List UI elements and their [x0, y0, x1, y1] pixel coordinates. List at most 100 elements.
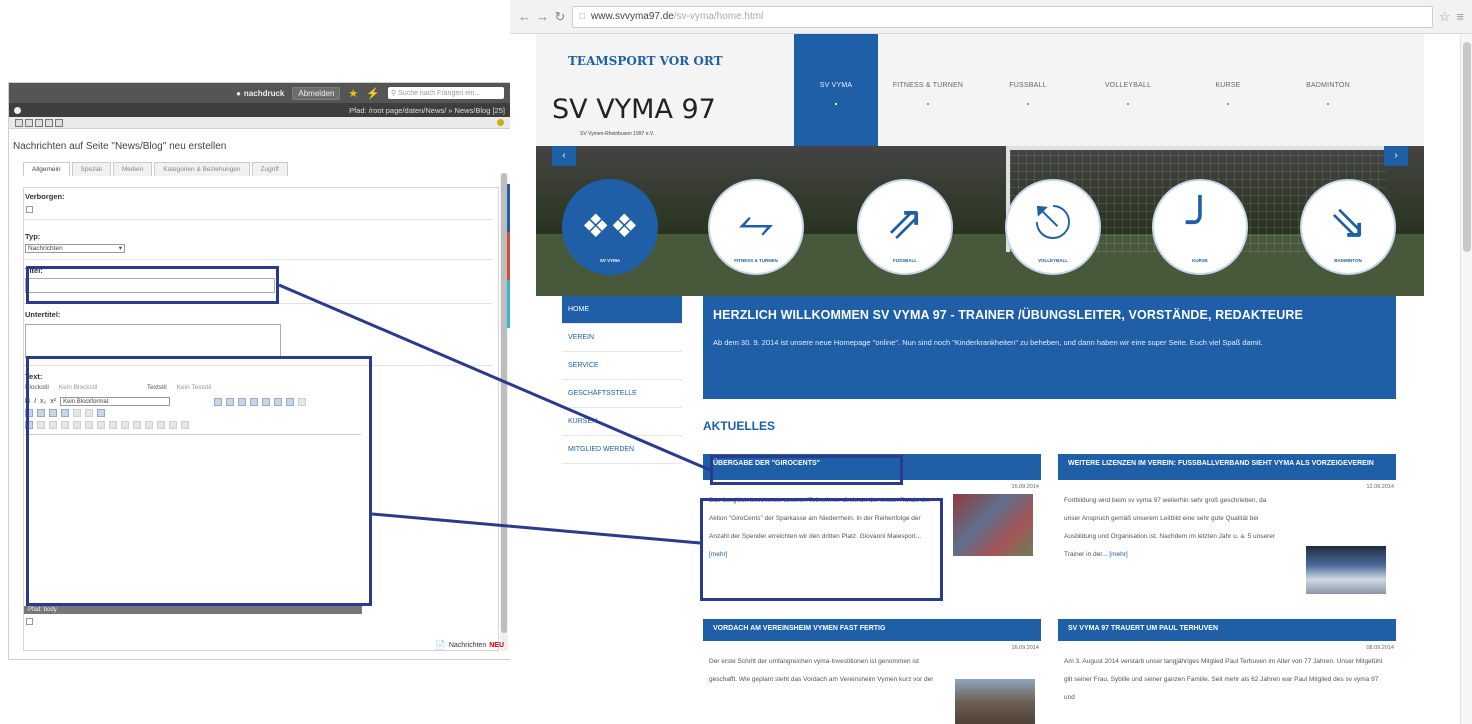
sidenav-item-verein[interactable]: VEREIN — [562, 324, 682, 352]
logout-button[interactable]: Abmelden — [292, 86, 341, 100]
nav-item-kurse[interactable]: KURSE — [1178, 34, 1278, 146]
logo-subtitle: SV Vymen-Rheinbusen 1997 e.V. — [580, 131, 655, 137]
status-dot-icon — [14, 106, 21, 114]
news-date: 16.09.2014 — [1011, 645, 1039, 651]
news-title[interactable]: WEITERE LIZENZEN IM VEREIN: FUSSBALLVERB… — [1058, 454, 1396, 480]
news-title[interactable]: SV VYMA 97 TRAUERT UM PAUL TERHUVEN — [1058, 619, 1396, 641]
read-more-link[interactable]: [mehr] — [1109, 551, 1127, 558]
news-body: Fortbildung wird beim sv vyma 97 weiterh… — [1058, 492, 1288, 564]
tab-zugriff[interactable]: Zugriff — [251, 162, 288, 176]
nav-item-fitness[interactable]: FITNESS & TURNEN — [878, 34, 978, 146]
browser-scrollbar[interactable] — [1460, 34, 1472, 724]
subtitle-textarea[interactable] — [25, 324, 281, 358]
site-logo[interactable]: TEAMSPORT VOR ORT SV VYMA 97 SV Vymen-Rh… — [550, 52, 740, 142]
save-view-icon[interactable] — [55, 118, 63, 127]
rte-resize-checkbox[interactable] — [26, 618, 33, 625]
new-news-link[interactable]: 📄 Nachrichten NEU — [435, 640, 504, 651]
nav-label: KURSE — [1215, 82, 1241, 89]
circle-sv-vyma[interactable]: ❖❖ SV VYMA — [562, 179, 658, 275]
logo-name: SV VYMA 97 — [552, 94, 716, 125]
type-select-value: Nachrichten — [28, 245, 63, 252]
slider-next-icon[interactable]: › — [1384, 146, 1408, 166]
nav-item-fussball[interactable]: FUSSBALL — [978, 34, 1078, 146]
cms-search-input[interactable]: ⚲ Suche nach Frangen ein... — [388, 87, 504, 99]
welcome-body: Ab dem 30. 9. 2014 ist unsere neue Homep… — [713, 338, 1263, 347]
sidenav-item-mitglied[interactable]: MITGLIED WERDEN — [562, 436, 682, 464]
news-card-vordach: VORDACH AM VEREINSHEIM VYMEN FAST FERTIG… — [703, 619, 1041, 724]
field-type: Typ: Nachrichten ▾ — [24, 220, 492, 260]
nav-item-volleyball[interactable]: VOLLEYBALL — [1078, 34, 1178, 146]
save-new-icon[interactable] — [45, 118, 53, 127]
course-icon: ╯ — [1186, 196, 1214, 248]
url-domain: www.svvyma97.de — [591, 11, 674, 22]
slider-prev-icon[interactable]: ‹ — [552, 146, 576, 166]
tab-allgemein[interactable]: Allgemein — [23, 162, 70, 176]
circle-fitness[interactable]: ⥊ FITNESS & TURNEN — [708, 179, 804, 275]
circle-kurse[interactable]: ╯ KURSE — [1152, 179, 1248, 275]
news-thumbnail[interactable] — [1306, 546, 1386, 594]
bookmark-star-icon[interactable]: ☆ — [1439, 9, 1451, 25]
circle-badminton[interactable]: ⇘ BADMINTON — [1300, 179, 1396, 275]
hidden-checkbox[interactable] — [26, 206, 33, 213]
news-thumbnail[interactable] — [955, 679, 1035, 724]
news-thumbnail[interactable] — [953, 494, 1033, 556]
cms-path: Pfad: /root page/daten/News/ » News/Blog… — [349, 105, 505, 115]
rte-statusbar: Pfad: body — [24, 606, 362, 614]
nav-label: VOLLEYBALL — [1104, 82, 1152, 89]
circle-fussball[interactable]: ⇗ FUSSBALL — [857, 179, 953, 275]
tab-spezial[interactable]: Spezial — [71, 162, 111, 176]
type-select[interactable]: Nachrichten ▾ — [25, 244, 125, 253]
nav-label: SV VYMA — [819, 82, 853, 89]
nav-dot — [1127, 103, 1129, 105]
nav-label: FITNESS & TURNEN — [892, 82, 964, 89]
menu-icon[interactable]: ≡ — [1456, 9, 1464, 24]
side-nav: HOME VEREIN SERVICE GESCHÄFTSSTELLE KURS… — [562, 296, 682, 464]
search-icon: ⚲ — [391, 90, 397, 97]
badminton-player-icon: ⇘ — [1328, 196, 1368, 248]
browser-scrollbar-thumb[interactable] — [1463, 42, 1471, 252]
reload-icon[interactable]: ↻ — [554, 9, 566, 25]
news-text: Fortbildung wird beim sv vyma 97 weiterh… — [1064, 497, 1276, 558]
tab-medien[interactable]: Medien — [112, 162, 153, 176]
document-icon: 📄 — [434, 640, 446, 650]
new-news-label: Nachrichten — [448, 642, 487, 649]
circle-label: FUSSBALL — [893, 258, 917, 263]
close-icon[interactable] — [15, 118, 23, 127]
cms-icon-toolbar — [9, 117, 510, 129]
news-title[interactable]: VORDACH AM VEREINSHEIM VYMEN FAST FERTIG — [703, 619, 1041, 641]
news-date: 08.09.2014 — [1366, 645, 1394, 651]
highlight-news-title — [710, 455, 903, 485]
circle-volleyball[interactable]: ⎋ VOLLEYBALL — [1005, 179, 1101, 275]
back-arrow-icon[interactable]: ← — [518, 9, 531, 24]
volleyball-player-icon: ⎋ — [1034, 196, 1072, 248]
nav-label: FUSSBALL — [1009, 82, 1047, 89]
nav-item-badminton[interactable]: BADMINTON — [1278, 34, 1378, 146]
gymnast-icon: ⥊ — [737, 196, 775, 248]
highlight-title-field — [26, 266, 279, 304]
news-card-lizenzen: WEITERE LIZENZEN IM VEREIN: FUSSBALLVERB… — [1058, 454, 1396, 594]
highlight-text-field — [26, 356, 372, 606]
lightning-icon[interactable]: ⚡ — [366, 87, 380, 100]
cms-tabs: Allgemein Spezial Medien Kategorien & Be… — [9, 162, 510, 176]
news-card-terhuven: SV VYMA 97 TRAUERT UM PAUL TERHUVEN 08.0… — [1058, 619, 1396, 707]
forward-arrow-icon[interactable]: → — [536, 9, 549, 24]
tab-kategorien[interactable]: Kategorien & Beziehungen — [154, 162, 250, 176]
welcome-title: HERZLICH WILLKOMMEN SV VYMA 97 - TRAINER… — [713, 308, 1303, 322]
circle-label: FITNESS & TURNEN — [734, 258, 778, 263]
save-close-icon[interactable] — [35, 118, 43, 127]
help-icon[interactable] — [497, 119, 504, 126]
sidenav-item-kursen[interactable]: KURSEN — [562, 408, 682, 436]
nav-item-sv-vyma[interactable]: SV VYMA — [794, 34, 878, 146]
sidenav-item-service[interactable]: SERVICE — [562, 352, 682, 380]
cms-user[interactable]: ● nachdruck — [236, 89, 284, 98]
save-icon[interactable] — [25, 118, 33, 127]
circle-label: SV VYMA — [599, 258, 621, 263]
welcome-box: HERZLICH WILLKOMMEN SV VYMA 97 - TRAINER… — [703, 296, 1396, 399]
nav-label: BADMINTON — [1306, 82, 1350, 89]
address-bar[interactable]: □ www.svvyma97.de/sv-vyma/home.html — [572, 5, 1433, 28]
people-icon: ❖❖ — [581, 208, 639, 244]
sidenav-item-home[interactable]: HOME — [562, 296, 682, 324]
sidenav-item-geschaeftsstelle[interactable]: GESCHÄFTSSTELLE — [562, 380, 682, 408]
star-icon[interactable]: ★ — [348, 87, 358, 100]
news-body: Am 3. August 2014 verstarb unser langjäh… — [1064, 658, 1383, 701]
